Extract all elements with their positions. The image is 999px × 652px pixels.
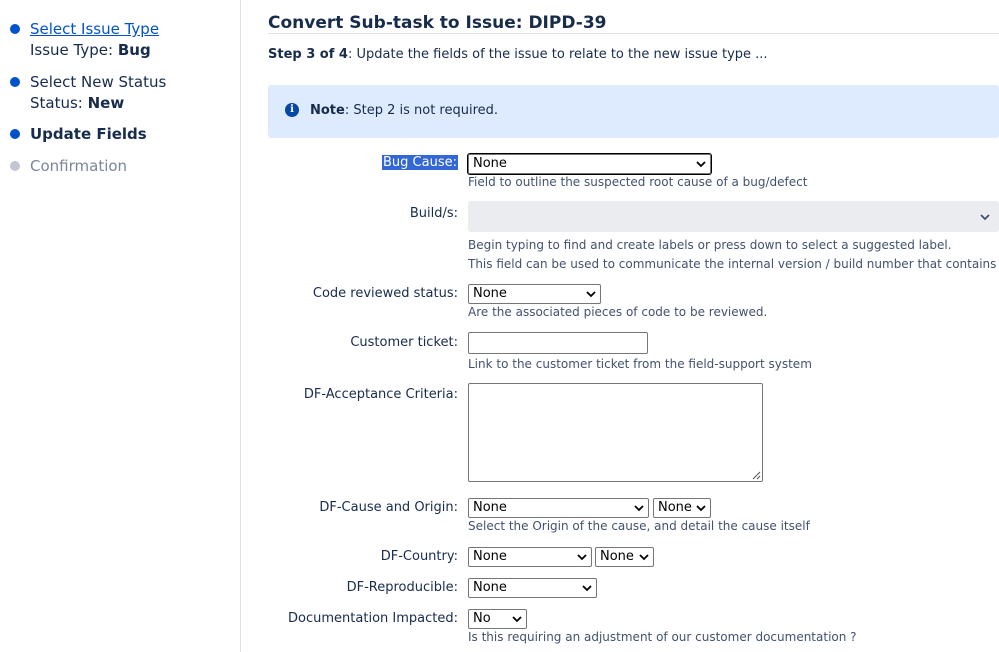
issue-type-summary: Issue Type: Bug [30, 40, 151, 60]
chevron-down-icon [980, 214, 990, 221]
chevron-down-icon [582, 585, 592, 592]
code-reviewed-label: Code reviewed status: [312, 286, 458, 301]
documentation-impacted-select[interactable]: No [468, 609, 527, 629]
code-reviewed-select[interactable]: None [468, 284, 601, 304]
chevron-down-icon [512, 616, 522, 623]
note-strong: Note [310, 103, 345, 118]
step-complete-dot-icon [10, 77, 20, 87]
chevron-down-icon [634, 505, 644, 512]
acceptance-criteria-textarea[interactable] [468, 383, 763, 482]
country-parent-value: None [473, 549, 507, 564]
customer-ticket-hint: Link to the customer ticket from the fie… [468, 357, 812, 371]
title-divider [268, 33, 999, 34]
chevron-down-icon [696, 505, 706, 512]
step-pending-dot-icon [10, 161, 20, 171]
cause-origin-parent-value: None [473, 500, 507, 515]
customer-ticket-label: Customer ticket: [350, 335, 458, 350]
step-complete-dot-icon [10, 24, 20, 34]
builds-labels-picker[interactable] [468, 201, 999, 232]
code-reviewed-hint: Are the associated pieces of code to be … [468, 305, 768, 319]
step-link-select-issue-type[interactable]: Select Issue Type [30, 19, 159, 39]
builds-label: Build/s: [409, 206, 458, 221]
country-select-parent[interactable]: None [468, 547, 592, 567]
cause-origin-label: DF-Cause and Origin: [319, 500, 458, 515]
cause-origin-select-parent[interactable]: None [468, 498, 649, 518]
documentation-impacted-hint: Is this requiring an adjustment of our c… [468, 630, 857, 644]
bug-cause-hint: Field to outline the suspected root caus… [468, 175, 808, 189]
customer-ticket-input[interactable] [468, 332, 648, 354]
reproducible-label: DF-Reproducible: [346, 580, 458, 595]
builds-hint-typing: Begin typing to find and create labels o… [468, 238, 952, 252]
wizard-sidebar: Select Issue Type Issue Type: Bug Select… [0, 0, 241, 652]
info-note-banner: i Note: Step 2 is not required. [268, 85, 999, 138]
status-summary: Status: New [30, 93, 124, 113]
step-count: Step 3 of 4 [268, 47, 348, 62]
bug-cause-label: Bug Cause: [382, 155, 458, 170]
chevron-down-icon [696, 161, 706, 168]
step-label-confirmation: Confirmation [30, 157, 128, 175]
step-description: : Update the fields of the issue to rela… [347, 47, 768, 62]
issue-type-value: Bug [117, 41, 151, 59]
chevron-down-icon [586, 291, 596, 298]
status-value: New [87, 94, 125, 112]
country-child-value: None [600, 549, 634, 564]
step-current-dot-icon [10, 129, 20, 139]
reproducible-value: None [473, 580, 507, 595]
documentation-impacted-label: Documentation Impacted: [288, 611, 458, 626]
builds-hint-description: This field can be used to communicate th… [468, 257, 999, 271]
cause-origin-hint: Select the Origin of the cause, and deta… [468, 519, 810, 533]
note-text: Note: Step 2 is not required. [310, 103, 498, 118]
step-indicator: Step 3 of 4: Update the fields of the is… [268, 47, 768, 62]
bug-cause-value: None [473, 156, 507, 171]
chevron-down-icon [639, 554, 649, 561]
bug-cause-select[interactable]: None [467, 153, 712, 175]
chevron-down-icon [577, 554, 587, 561]
documentation-impacted-value: No [473, 611, 491, 626]
country-label: DF-Country: [380, 549, 458, 564]
step-label-select-new-status: Select New Status [30, 73, 167, 91]
country-select-child[interactable]: None [595, 547, 654, 567]
reproducible-select[interactable]: None [468, 578, 597, 598]
step-label-update-fields: Update Fields [30, 125, 147, 143]
note-body: : Step 2 is not required. [344, 103, 499, 118]
status-label: Status: [30, 94, 88, 112]
code-reviewed-value: None [473, 286, 507, 301]
cause-origin-child-value: None [658, 500, 692, 515]
info-icon: i [285, 103, 299, 117]
acceptance-criteria-label: DF-Acceptance Criteria: [303, 387, 458, 402]
resize-handle-icon[interactable] [752, 471, 761, 480]
issue-type-label: Issue Type: [30, 41, 118, 59]
page-title: Convert Sub-task to Issue: DIPD-39 [268, 13, 607, 33]
cause-origin-select-child[interactable]: None [653, 498, 711, 518]
